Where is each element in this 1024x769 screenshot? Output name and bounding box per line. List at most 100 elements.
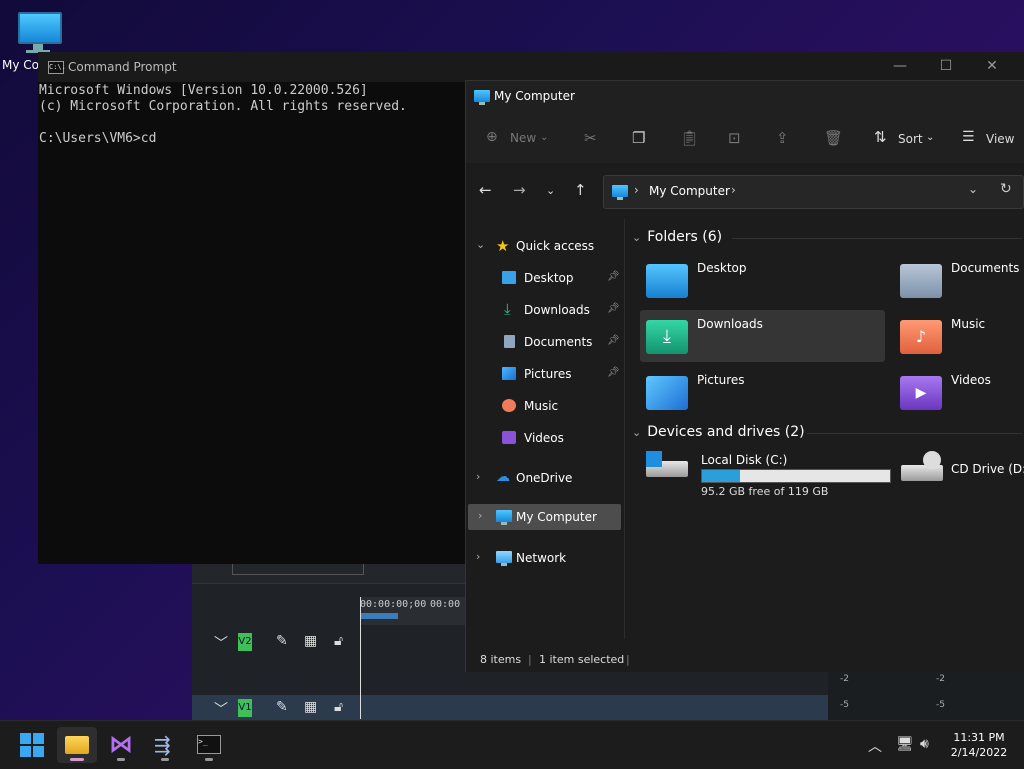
taskbar-app[interactable]: ⇶ [145,727,185,763]
new-icon[interactable]: ⊕ [486,129,498,145]
back-button[interactable]: ← [479,181,492,199]
close-button[interactable]: ✕ [982,58,1002,76]
new-button[interactable]: New [510,131,536,145]
chevron-down-icon[interactable]: ⌄ [968,182,978,196]
address-path[interactable]: My Computer [649,184,730,198]
taskbar: ⋈ ⇶ >_ ︿ 🖥︎ 🔊︎ 11:31 PM 2/14/2022 [0,720,1024,769]
delete-icon[interactable]: 🗑︎ [824,129,843,147]
sidebar-item-label: Quick access [516,239,595,253]
refresh-icon[interactable]: ↻ [1000,181,1012,197]
rename-icon[interactable]: ⊡ [728,129,741,147]
lock-icon[interactable]: 🔓︎ [334,633,343,649]
chevron-down-icon[interactable]: ⌄ [476,238,485,251]
video-icon [502,431,516,444]
sidebar-item-label: Pictures [524,367,572,381]
sidebar-item-videos[interactable]: Videos [466,425,624,451]
film-icon[interactable]: ▦ [304,699,317,715]
recent-locations-button[interactable]: ⌄ [546,184,555,197]
folder-music[interactable]: ♪ Music [894,310,1024,362]
sort-icon[interactable]: ⇅ [874,128,887,146]
sidebar-item-my-computer[interactable]: › My Computer [468,504,621,530]
wand-icon[interactable]: ✎ [276,699,288,715]
view-button[interactable]: View [986,132,1014,146]
track-v1[interactable]: ﹀ V1 ✎ ▦ 🔓︎ [192,695,832,723]
sort-button[interactable]: Sort [898,132,923,146]
timecode-next: 00:00 [430,599,461,610]
paste-icon[interactable]: 📋︎ [680,129,699,147]
sidebar-item-music[interactable]: Music [466,393,624,419]
item-count: 8 items [480,653,522,666]
download-folder-icon: ⤓ [646,320,688,354]
sidebar-item-onedrive[interactable]: › ☁ OneDrive [466,465,624,491]
folders-section-header[interactable]: ⌄ Folders (6) [632,229,1024,245]
chevron-right-icon[interactable]: › [731,183,736,197]
meter-tick: -5 [936,700,945,710]
folder-name: Videos [951,373,991,387]
minimize-button[interactable]: — [890,58,910,76]
folder-documents[interactable]: Documents [894,254,1024,306]
chevron-down-icon[interactable]: ⌄ [632,231,641,244]
chevron-down-icon[interactable]: ⌄ [540,132,548,143]
system-clock[interactable]: 11:31 PM 2/14/2022 [944,730,1014,760]
address-bar[interactable]: › My Computer › ⌄ ↻ [603,175,1024,209]
sidebar-item-label: Documents [524,335,593,349]
start-button[interactable] [12,727,52,763]
drive-local-disk-c[interactable]: Local Disk (C:) 95.2 GB free of 119 GB [646,451,896,501]
chevron-down-icon[interactable]: ⌄ [926,132,934,143]
folder-pictures[interactable]: Pictures [640,366,885,418]
sidebar-item-quick-access[interactable]: ⌄ ★ Quick access [466,233,624,259]
cut-icon[interactable]: ✂ [584,129,597,147]
pin-icon[interactable]: 📌︎ [607,303,620,314]
folder-downloads[interactable]: ⤓ Downloads [640,310,885,362]
cmd-line: Microsoft Windows [Version 10.0.22000.52… [39,83,368,98]
chevron-right-icon[interactable]: › [476,470,480,483]
chevron-down-icon[interactable]: ⌄ [632,426,641,439]
playhead[interactable] [360,597,361,719]
folder-videos[interactable]: ▶ Videos [894,366,1024,418]
pin-icon[interactable]: 📌︎ [607,367,620,378]
up-button[interactable]: ↑ [574,181,587,199]
cmd-output[interactable]: Microsoft Windows [Version 10.0.22000.52… [39,83,407,147]
chevron-up-icon[interactable]: ︿ [868,736,882,756]
maximize-button[interactable]: ☐ [936,58,956,76]
sidebar-item-documents[interactable]: Documents 📌︎ [466,329,624,355]
sidebar-item-downloads[interactable]: ⤓ Downloads 📌︎ [466,297,624,323]
explorer-titlebar[interactable]: My Computer [466,81,1024,115]
sidebar-item-network[interactable]: › Network [466,545,624,571]
meter-tick: -2 [936,674,945,684]
network-icon [496,551,512,566]
wand-icon[interactable]: ✎ [276,633,288,649]
chevron-right-icon[interactable]: › [478,509,482,522]
cmd-titlebar[interactable]: C:\. Command Prompt — ☐ ✕ [38,52,1024,82]
folder-desktop[interactable]: Desktop [640,254,885,306]
film-icon[interactable]: ▦ [304,633,317,649]
view-icon[interactable]: ☰ [962,129,975,145]
music-icon [502,399,516,412]
sidebar-item-label: Network [516,551,567,565]
content-pane: ⌄ Folders (6) Desktop Documents ⤓ Downloa… [626,219,1024,639]
document-icon [504,335,515,348]
sidebar-item-pictures[interactable]: Pictures 📌︎ [466,361,624,387]
drives-section-header[interactable]: ⌄ Devices and drives (2) [632,424,1024,440]
chevron-down-icon[interactable]: ﹀ [214,699,228,719]
sidebar-item-desktop[interactable]: Desktop 📌︎ [466,265,624,291]
share-icon[interactable]: ⇪ [776,129,789,147]
drive-cd-d[interactable]: CD Drive (D:) [901,451,1024,501]
forward-button[interactable]: → [513,181,526,199]
volume-icon[interactable]: 🔊︎ [920,736,929,752]
pin-icon[interactable]: 📌︎ [607,335,620,346]
pin-icon[interactable]: 📌︎ [607,271,620,282]
lock-icon[interactable]: 🔓︎ [334,699,343,715]
folder-name: Music [951,317,986,331]
file-explorer-window[interactable]: My Computer ⊕ New ⌄ ✂ ❐ 📋︎ ⊡ ⇪ 🗑︎ ⇅ Sort… [465,80,1024,672]
taskbar-command-prompt[interactable]: >_ [189,727,229,763]
copy-icon[interactable]: ❐ [632,129,645,147]
chevron-right-icon[interactable]: › [476,550,480,563]
drive-usage-bar [701,469,891,483]
network-status-icon[interactable]: 🖥︎ [896,736,914,752]
chevron-down-icon[interactable]: ﹀ [214,633,228,653]
taskbar-visual-studio[interactable]: ⋈ [101,727,141,763]
taskbar-file-explorer[interactable] [57,727,97,763]
folder-icon [65,736,89,754]
clock-time: 11:31 PM [953,731,1005,744]
